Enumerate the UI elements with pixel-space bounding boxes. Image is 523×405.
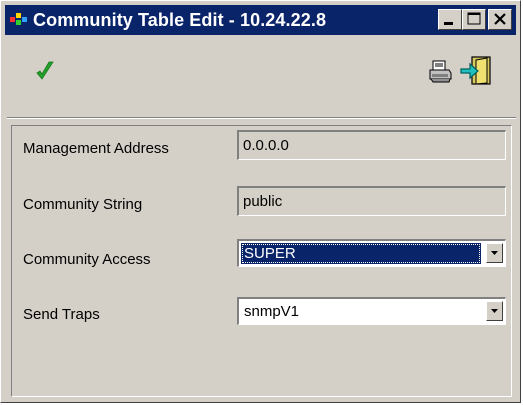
close-icon: [494, 13, 506, 25]
chevron-down-icon: [491, 251, 498, 255]
community-access-dropdown-button[interactable]: [486, 243, 503, 263]
community-access-label: Community Access: [23, 251, 151, 268]
maximize-icon: [467, 12, 481, 25]
management-address-label: Management Address: [23, 140, 169, 157]
send-traps-value: snmpV1: [244, 303, 300, 320]
management-address-field[interactable]: 0.0.0.0: [237, 130, 506, 160]
send-traps-dropdown-button[interactable]: [486, 301, 503, 321]
window-title: Community Table Edit - 10.24.22.8: [33, 9, 327, 30]
community-string-field[interactable]: public: [237, 186, 506, 216]
community-table-edit-window: Community Table Edit - 10.24.22.8 Manage…: [0, 0, 521, 403]
minimize-icon: [444, 22, 453, 25]
minimize-button[interactable]: [438, 9, 462, 30]
chevron-down-icon: [491, 309, 498, 313]
maximize-button[interactable]: [462, 9, 486, 30]
send-traps-select[interactable]: snmpV1: [237, 297, 506, 325]
title-bar[interactable]: Community Table Edit - 10.24.22.8: [5, 5, 516, 35]
print-button[interactable]: [427, 59, 453, 83]
toolbar: [7, 39, 516, 115]
exit-button[interactable]: [459, 55, 493, 87]
toolbar-separator: [7, 117, 516, 119]
community-string-label: Community String: [23, 196, 143, 213]
apply-button[interactable]: [35, 59, 55, 83]
exit-door-icon: [460, 56, 491, 85]
community-access-value: SUPER: [241, 243, 481, 264]
app-icon: [10, 13, 28, 27]
checkmark-icon: [36, 61, 54, 80]
send-traps-label: Send Traps: [23, 306, 100, 323]
close-button[interactable]: [488, 9, 512, 30]
community-access-select[interactable]: SUPER: [237, 239, 506, 267]
printer-icon: [429, 60, 452, 83]
